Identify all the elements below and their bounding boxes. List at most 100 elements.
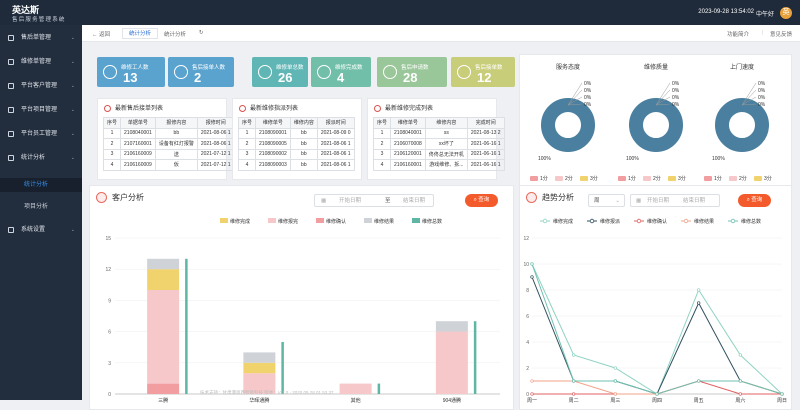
- table-cell: 3: [372, 148, 392, 160]
- table-cell: ss: [424, 127, 468, 139]
- customer-bar-chart: 0 3 6 9 12 15 维修完成 维修报完 维修确认 维修结果 维修总数三腾 华晖通腾 其他 904通…: [105, 218, 500, 404]
- sidebar-item-5[interactable]: 统计分析 ⌄: [0, 151, 82, 165]
- table-row[interactable]: 2 2108090005 bb 2021-08-06 1: [237, 138, 355, 150]
- chevron-down-icon: ⌄: [70, 131, 75, 137]
- legend-label: 3分: [678, 175, 686, 182]
- trend-date-range[interactable]: ▦ 开始日期 结束日期: [630, 194, 720, 207]
- column-header: 序号: [102, 117, 122, 129]
- legend-label: 3分: [590, 175, 598, 182]
- table-row[interactable]: 1 2108040001 bb 2021-08-06 1: [102, 127, 235, 139]
- sidebar-item-3[interactable]: 平台项目管理 ⌄: [0, 103, 82, 117]
- trend-start-date[interactable]: 开始日期: [647, 195, 669, 207]
- customer-date-to: 至: [385, 198, 391, 204]
- table-cell: 2: [237, 138, 257, 150]
- table-row[interactable]: 2 2106070008 xx坏了 2021-06-16 1: [372, 138, 505, 150]
- legend-label: 1分: [628, 175, 636, 182]
- customer-start-date[interactable]: 开始日期: [339, 195, 361, 207]
- table-row[interactable]: 4 2106160001 游戏维修、拆... 2021-06-16 1: [372, 159, 505, 171]
- donut-zero-label: 0%: [584, 102, 592, 108]
- donut-ring: [541, 98, 595, 152]
- tab-statistics[interactable]: 统计分析: [122, 28, 159, 39]
- legend-swatch: [754, 176, 762, 181]
- trend-analysis-title: 趋势分析: [542, 193, 574, 202]
- legend-swatch: [555, 176, 563, 181]
- donut-zero-label: 0%: [758, 81, 766, 87]
- data-point: [572, 392, 576, 396]
- sidebar-item-2[interactable]: 平台客户管理 ⌄: [0, 79, 82, 93]
- period-select[interactable]: 周 ⌄: [588, 194, 625, 207]
- tab-current[interactable]: 统计分析: [164, 30, 186, 38]
- donut-percent-label: 100%: [712, 156, 725, 162]
- sidebar-item-6[interactable]: 系统设置 ⌄: [0, 223, 82, 237]
- table-cell: 2108040001: [120, 127, 156, 139]
- legend-swatch: [220, 218, 228, 223]
- data-point: [613, 366, 617, 370]
- feedback-link[interactable]: 意见反馈: [770, 30, 792, 38]
- doc-icon: [258, 65, 272, 79]
- rating-title: 维修质量: [644, 63, 668, 71]
- data-point: [780, 392, 784, 396]
- table-cell: 2021-08-06 1: [196, 127, 235, 139]
- back-link[interactable]: ← 返回: [92, 30, 110, 38]
- table-row[interactable]: 1 2108090001 bb 2021-08-09 0: [237, 127, 355, 139]
- sidebar-subitem-0[interactable]: 统计分析: [0, 178, 82, 192]
- table-row[interactable]: 3 2106120001 佟佟总无法开机 2021-06-16 1: [372, 148, 505, 160]
- column-header: 单据单号: [120, 117, 156, 129]
- bar-segment: [243, 362, 276, 374]
- table-row[interactable]: 1 2108040001 ss 2021-08-13 2: [372, 127, 505, 139]
- chart-icon: [8, 155, 14, 161]
- table-cell: 4: [102, 159, 122, 171]
- legend-swatch: [580, 176, 588, 181]
- table-row[interactable]: 3 2106160009 送 2021-07-12 1: [102, 148, 235, 160]
- legend-item: 维修报派: [587, 218, 620, 225]
- table-cell: 2021-08-09 0: [316, 127, 355, 139]
- bar-segment: [243, 352, 276, 363]
- order-icon: [8, 35, 14, 41]
- bar-segment: [147, 290, 180, 384]
- legend-swatch: [704, 176, 712, 181]
- legend-item: 维修结果: [364, 218, 394, 225]
- table-row[interactable]: 3 2108090002 bb 2021-08-06 1: [237, 148, 355, 160]
- table-row[interactable]: 2 2107160001 设备有红灯报警 2021-08-06 1: [102, 138, 235, 150]
- x-tick-label: 周五: [694, 398, 704, 404]
- y-tick-label: 12: [105, 267, 111, 273]
- customer-date-range[interactable]: ▦ 开始日期 至 结束日期: [314, 194, 434, 207]
- legend-swatch: [643, 176, 651, 181]
- donut-zero-label: 0%: [672, 88, 680, 94]
- data-point: [572, 353, 576, 357]
- table-cell: 1: [372, 127, 392, 139]
- trend-line-chart: 024681012维修完成 维修报派 维修确认 维修结果 维修总数周一 周二 周三 周四 周五周…: [523, 218, 787, 404]
- customer-end-date[interactable]: 结束日期: [403, 195, 425, 207]
- customer-analysis-panel: 客户分析 ▦ 开始日期 至 结束日期 ⌕ 查询 0 3 6 9 12 15 维修完成 维修报完…: [89, 185, 514, 410]
- data-table: 序号 维修单号 维修内容 完成时间 1 2108040001 ss 2021-08-13 22…: [372, 117, 505, 171]
- legend-label: 3分: [764, 175, 772, 182]
- refresh-icon[interactable]: ↻: [199, 30, 204, 36]
- sidebar-item-0[interactable]: 售后单管理 ⌄: [0, 31, 82, 45]
- legend-label: 1分: [540, 175, 548, 182]
- table-cell: bb: [289, 127, 318, 139]
- table-cell: 送: [154, 148, 198, 160]
- table-cell: 佟佟总无法开机: [424, 148, 468, 160]
- column-header: 报派时间: [316, 117, 355, 129]
- trend-query-button[interactable]: ⌕ 查询: [738, 194, 771, 207]
- trend-end-date[interactable]: 结束日期: [683, 195, 705, 207]
- help-link[interactable]: 功能简介: [727, 30, 749, 38]
- sidebar-item-1[interactable]: 维修单管理 ⌄: [0, 55, 82, 69]
- stat-value: 13: [123, 70, 138, 85]
- sidebar-item-4[interactable]: 平台员工管理 ⌄: [0, 127, 82, 141]
- x-tick-label: 周四: [652, 398, 662, 404]
- trend-analysis-panel: 趋势分析 周 ⌄ ▦ 开始日期 结束日期 ⌕ 查询 0 2 4 6 8 10 12 维修完成 维修…: [519, 185, 792, 410]
- table-cell: 2021-07-12 1: [196, 159, 235, 171]
- customer-query-button[interactable]: ⌕ 查询: [465, 194, 498, 207]
- table-row[interactable]: 4 2108090003 bb 2021-08-06 1: [237, 159, 355, 171]
- table-cell: 1: [237, 127, 257, 139]
- divider: |: [762, 30, 764, 36]
- sidebar-subitem-1[interactable]: 项目分析: [0, 200, 82, 214]
- legend-marker: [636, 218, 642, 224]
- table-cell: 3: [237, 148, 257, 160]
- legend-swatch: [364, 218, 372, 223]
- table-row[interactable]: 4 2106160009 仮 2021-07-12 1: [102, 159, 235, 171]
- rating-donut: 维修质量100%0%0%0%0%1分2分3分4分5分: [618, 63, 686, 194]
- avatar[interactable]: 英: [780, 7, 792, 19]
- stat-value: 12: [477, 70, 492, 85]
